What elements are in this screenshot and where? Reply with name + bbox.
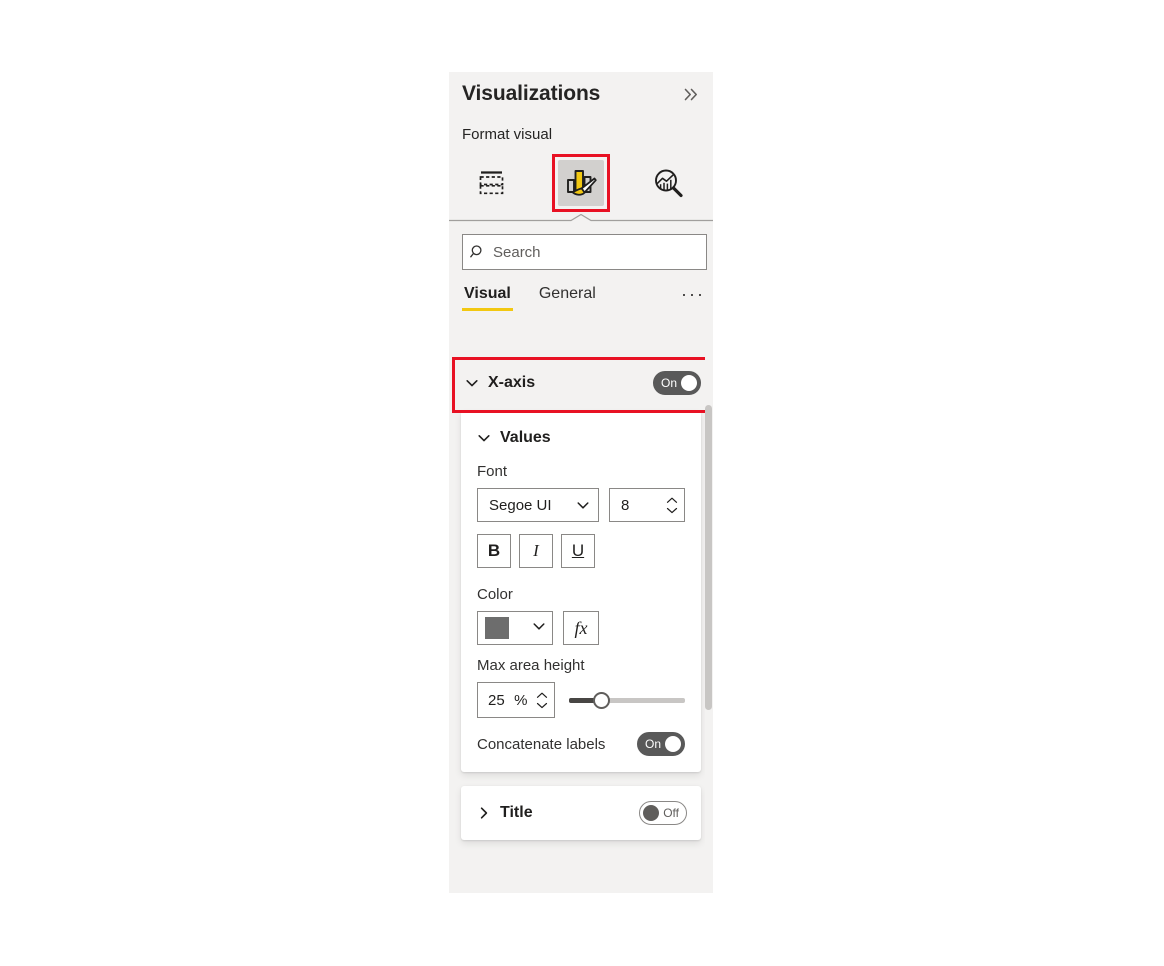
toggle-x-axis-knob bbox=[681, 375, 697, 391]
tabs-overflow-button[interactable]: ··· bbox=[679, 284, 707, 304]
format-tabs: Visual General ··· bbox=[462, 284, 707, 320]
chevron-down-icon[interactable] bbox=[536, 702, 548, 709]
slider-thumb[interactable] bbox=[593, 691, 611, 709]
stepper-arrows[interactable] bbox=[536, 692, 548, 709]
chevron-down-glyph bbox=[577, 502, 589, 509]
subsection-header-values[interactable]: Values bbox=[477, 425, 685, 451]
concatenate-labels-row: Concatenate labels On bbox=[477, 732, 685, 772]
chevron-double-right-glyph bbox=[684, 88, 697, 100]
search-input[interactable] bbox=[493, 235, 706, 269]
card-values-body: Values Font Segoe UI 8 B I U Color fx Ma… bbox=[461, 411, 701, 772]
analytics-button[interactable] bbox=[646, 160, 692, 206]
tab-general[interactable]: General bbox=[537, 284, 598, 311]
fields-table-icon bbox=[479, 171, 504, 195]
chevron-right-glyph bbox=[480, 807, 488, 819]
subsection-title-values: Values bbox=[500, 429, 551, 446]
label-color: Color bbox=[477, 586, 513, 603]
pane-header: Visualizations bbox=[449, 72, 713, 124]
chevron-down-glyph bbox=[533, 623, 545, 630]
stepper-arrows[interactable] bbox=[666, 497, 678, 514]
chevron-up-icon[interactable] bbox=[536, 692, 548, 699]
chevron-up-icon[interactable] bbox=[666, 497, 678, 504]
toggle-concatenate-knob bbox=[665, 736, 681, 752]
section-header-x-axis[interactable]: X-axis On bbox=[449, 355, 713, 413]
pane-scrollbar[interactable] bbox=[705, 355, 712, 893]
analytics-magnifier-icon bbox=[655, 169, 683, 198]
toggle-concatenate-labels[interactable]: On bbox=[637, 732, 685, 756]
conditional-formatting-fx-button[interactable]: fx bbox=[563, 611, 599, 645]
toggle-x-axis-label: On bbox=[661, 376, 678, 390]
section-title-title: Title bbox=[500, 804, 533, 821]
page-title: Visualizations bbox=[462, 82, 601, 105]
section-title-x-axis: X-axis bbox=[488, 374, 536, 391]
toolbar-slot-analytics bbox=[625, 152, 713, 214]
chevron-right-icon bbox=[477, 806, 491, 820]
toggle-concatenate-label: On bbox=[645, 737, 662, 751]
label-font: Font bbox=[477, 463, 508, 480]
font-size-stepper[interactable]: 8 bbox=[609, 488, 685, 522]
chevron-down-icon[interactable] bbox=[666, 507, 678, 514]
bold-button[interactable]: B bbox=[477, 534, 511, 568]
font-size-value: 8 bbox=[621, 496, 630, 514]
max-area-height-stepper[interactable]: 25 % bbox=[477, 682, 555, 718]
label-concatenate-labels: Concatenate labels bbox=[477, 735, 606, 753]
max-area-height-slider[interactable] bbox=[569, 689, 685, 711]
font-style-row: B I U bbox=[477, 534, 685, 568]
tab-visual[interactable]: Visual bbox=[462, 284, 513, 311]
underline-button[interactable]: U bbox=[561, 534, 595, 568]
visualizations-pane: Visualizations Format visual Search Visu… bbox=[449, 72, 713, 893]
italic-button[interactable]: I bbox=[519, 534, 553, 568]
toggle-x-axis[interactable]: On bbox=[653, 371, 701, 395]
pane-icon-toolbar bbox=[449, 152, 713, 214]
search-box[interactable] bbox=[462, 234, 707, 270]
format-cards-scroll-area: X-axis On Values Font Segoe UI 8 B I U C… bbox=[449, 355, 713, 893]
font-controls-row: Segoe UI 8 bbox=[477, 488, 685, 522]
paintbrush-bar-chart-icon bbox=[567, 170, 597, 196]
pane-scrollbar-thumb[interactable] bbox=[705, 405, 712, 710]
chevron-down-glyph bbox=[478, 435, 490, 442]
label-max-area-height: Max area height bbox=[477, 657, 585, 674]
build-visual-button[interactable] bbox=[470, 160, 516, 206]
card-values: Values Font Segoe UI 8 B I U Color fx Ma… bbox=[461, 411, 701, 772]
color-controls-row: fx bbox=[477, 611, 685, 645]
toolbar-slot-format bbox=[537, 152, 625, 214]
color-picker[interactable] bbox=[477, 611, 553, 645]
toggle-title-label: Off bbox=[663, 806, 679, 820]
card-title: Title Off bbox=[461, 786, 701, 840]
section-header-title[interactable]: Title Off bbox=[461, 786, 701, 840]
chevron-down-icon bbox=[576, 498, 590, 512]
color-swatch bbox=[485, 617, 509, 639]
font-family-value: Segoe UI bbox=[489, 496, 552, 514]
chevron-down-glyph bbox=[466, 380, 478, 387]
font-family-dropdown[interactable]: Segoe UI bbox=[477, 488, 600, 522]
toolbar-underline-glyph bbox=[449, 213, 713, 222]
chevron-double-right-icon[interactable] bbox=[678, 81, 704, 107]
max-area-height-value: 25 bbox=[488, 691, 505, 709]
search-icon bbox=[463, 244, 493, 260]
toolbar-slot-build bbox=[449, 152, 537, 214]
format-visual-button[interactable] bbox=[558, 160, 604, 206]
max-area-height-row: 25 % bbox=[477, 682, 685, 718]
format-visual-label: Format visual bbox=[462, 126, 553, 143]
search-glyph bbox=[470, 245, 482, 258]
toggle-title[interactable]: Off bbox=[639, 801, 687, 825]
chevron-down-icon bbox=[532, 619, 546, 637]
chevron-down-icon bbox=[477, 431, 491, 445]
toggle-title-knob bbox=[643, 805, 659, 821]
percent-unit: % bbox=[514, 691, 528, 709]
toolbar-selection-underline bbox=[449, 213, 713, 225]
chevron-down-icon bbox=[465, 376, 479, 390]
